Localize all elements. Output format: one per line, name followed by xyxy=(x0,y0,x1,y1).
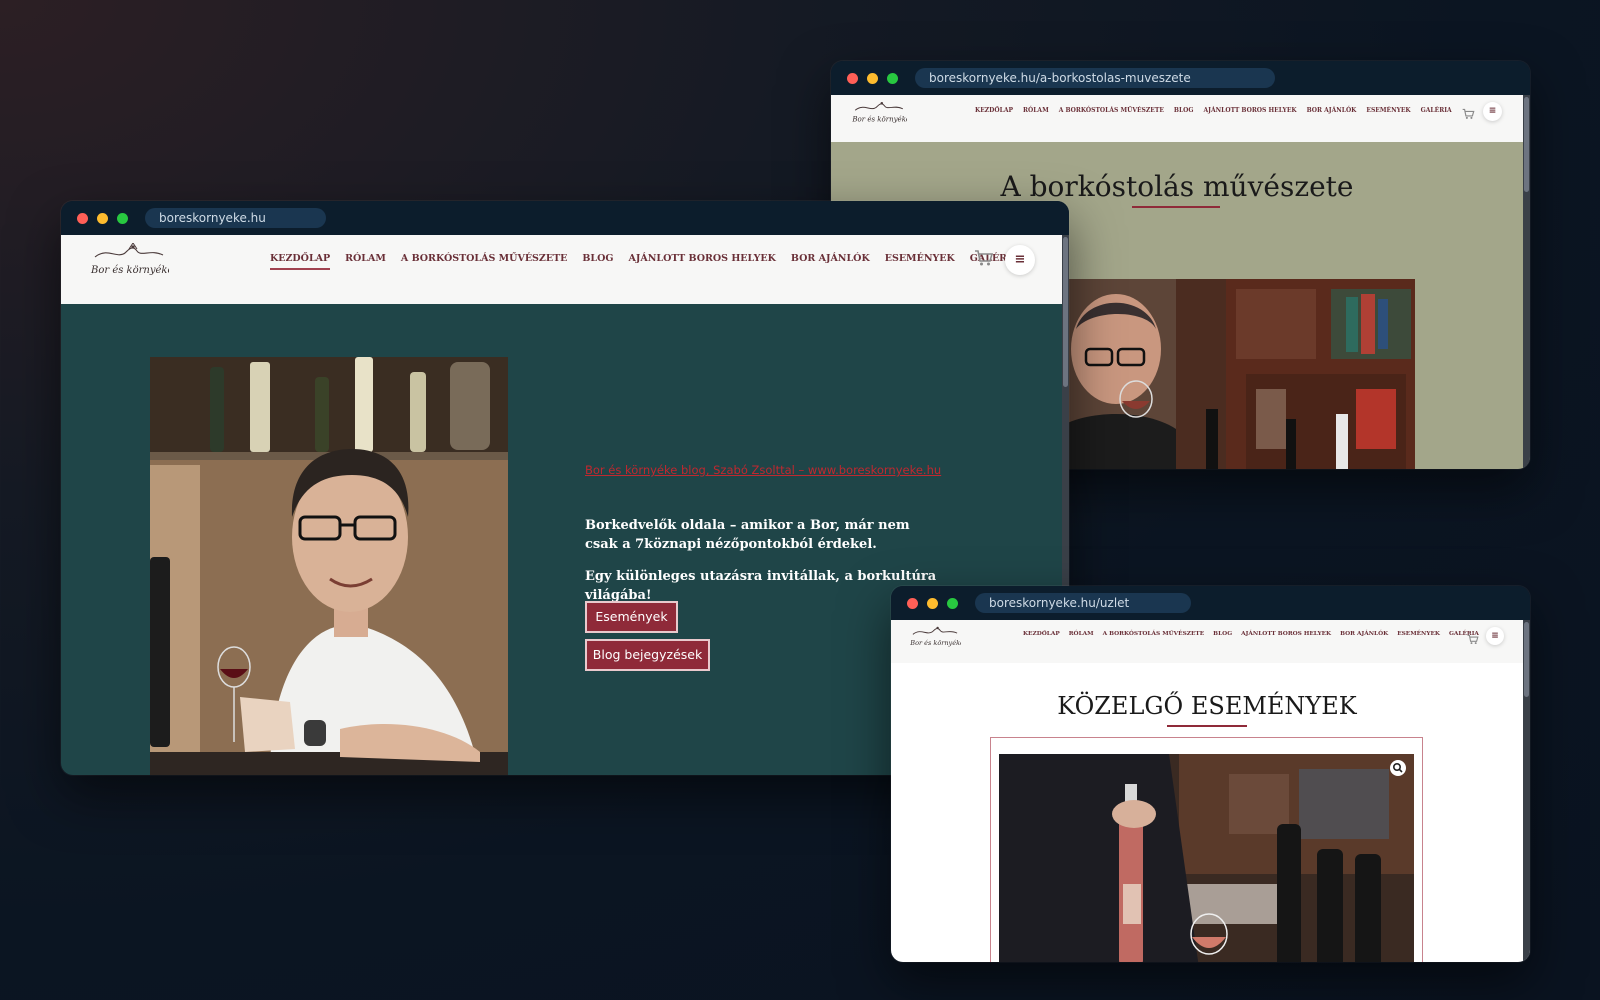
minimize-window-button[interactable] xyxy=(97,213,108,224)
events-button[interactable]: Események xyxy=(585,601,678,633)
nav-item-ajanlott-helyek[interactable]: AJÁNLOTT BOROS HELYEK xyxy=(1241,631,1331,637)
nav-item-ajanlott-helyek[interactable]: AJÁNLOTT BOROS HELYEK xyxy=(629,253,776,270)
scrollbar-thumb[interactable] xyxy=(1524,622,1529,697)
window-titlebar: boreskornyeke.hu xyxy=(61,201,1069,235)
nav-item-blog[interactable]: BLOG xyxy=(1213,631,1232,637)
hamburger-menu-icon[interactable]: ≡ xyxy=(1486,627,1504,645)
blog-posts-button[interactable]: Blog bejegyzések xyxy=(585,639,710,671)
logo-text: Bor és környéke xyxy=(851,115,907,123)
title-underline xyxy=(1132,206,1220,208)
title-underline xyxy=(1167,725,1247,727)
nav-item-blog[interactable]: BLOG xyxy=(1174,107,1194,114)
event-card[interactable] xyxy=(990,737,1423,962)
close-window-button[interactable] xyxy=(77,213,88,224)
close-window-button[interactable] xyxy=(847,73,858,84)
nav-item-blog[interactable]: BLOG xyxy=(582,253,613,270)
site-header: Bor és környéke KEZDŐLAP RÓLAM A BORKÓST… xyxy=(831,95,1523,142)
nav-item-esemenyek[interactable]: ESEMÉNYEK xyxy=(1366,107,1410,114)
window-titlebar: boreskornyeke.hu/uzlet xyxy=(891,586,1530,620)
address-bar[interactable]: boreskornyeke.hu/uzlet xyxy=(975,593,1191,613)
cart-icon[interactable] xyxy=(1462,105,1475,124)
nav-item-borkostolas[interactable]: A BORKÓSTOLÁS MŰVÉSZETE xyxy=(1059,107,1164,114)
event-photo-wine-bottles xyxy=(999,754,1414,962)
page-title: KÖZELGŐ ESEMÉNYEK xyxy=(1057,692,1357,720)
scrollbar-thumb[interactable] xyxy=(1063,237,1068,387)
main-navigation: KEZDŐLAP RÓLAM A BORKÓSTOLÁS MŰVÉSZETE B… xyxy=(270,253,1034,270)
close-window-button[interactable] xyxy=(907,598,918,609)
browser-window-events: boreskornyeke.hu/uzlet Bor és környéke K… xyxy=(891,586,1530,962)
site-logo[interactable]: Bor és környéke xyxy=(851,100,907,126)
logo-graphic: Bor és környéke xyxy=(909,626,961,647)
nav-item-kezdolap[interactable]: KEZDŐLAP xyxy=(270,253,331,270)
nav-item-esemenyek[interactable]: ESEMÉNYEK xyxy=(885,253,955,270)
scrollbar-thumb[interactable] xyxy=(1524,97,1529,192)
scrollbar[interactable] xyxy=(1523,95,1530,469)
logo-text: Bor és környéke xyxy=(909,639,961,647)
cart-icon[interactable] xyxy=(1467,630,1479,649)
main-navigation: KEZDŐLAP RÓLAM A BORKÓSTOLÁS MŰVÉSZETE B… xyxy=(975,107,1462,114)
site-logo[interactable]: Bor és környéke xyxy=(89,243,169,279)
maximize-window-button[interactable] xyxy=(887,73,898,84)
minimize-window-button[interactable] xyxy=(927,598,938,609)
hamburger-menu-icon[interactable]: ≡ xyxy=(1483,102,1502,121)
scrollbar[interactable] xyxy=(1523,620,1530,962)
nav-item-bor-ajanlok[interactable]: BOR AJÁNLÓK xyxy=(1340,631,1388,637)
nav-item-rolam[interactable]: RÓLAM xyxy=(1069,631,1094,637)
hero-tagline: Borkedvelők oldala – amikor a Bor, már n… xyxy=(585,518,910,552)
logo-graphic: Bor és környéke xyxy=(851,101,907,123)
nav-item-rolam[interactable]: RÓLAM xyxy=(1023,107,1049,114)
nav-item-bor-ajanlok[interactable]: BOR AJÁNLÓK xyxy=(1307,107,1357,114)
hero-photo-man-with-wine xyxy=(150,357,508,775)
nav-item-borkostolas[interactable]: A BORKÓSTOLÁS MŰVÉSZETE xyxy=(1103,631,1205,637)
hamburger-menu-icon[interactable]: ≡ xyxy=(1005,245,1035,275)
page-title: A borkóstolás művészete xyxy=(1000,170,1354,203)
nav-item-kezdolap[interactable]: KEZDŐLAP xyxy=(1023,631,1060,637)
maximize-window-button[interactable] xyxy=(947,598,958,609)
nav-item-bor-ajanlok[interactable]: BOR AJÁNLÓK xyxy=(791,253,870,270)
site-header: Bor és környéke KEZDŐLAP RÓLAM A BORKÓST… xyxy=(61,235,1062,304)
nav-item-rolam[interactable]: RÓLAM xyxy=(345,253,386,270)
main-navigation: KEZDŐLAP RÓLAM A BORKÓSTOLÁS MŰVÉSZETE B… xyxy=(1023,631,1488,637)
nav-item-kezdolap[interactable]: KEZDŐLAP xyxy=(975,107,1013,114)
page-events: Bor és környéke KEZDŐLAP RÓLAM A BORKÓST… xyxy=(891,620,1530,962)
zoom-icon[interactable] xyxy=(1390,760,1406,776)
nav-item-borkostolas[interactable]: A BORKÓSTOLÁS MŰVÉSZETE xyxy=(401,253,568,270)
hero-blog-link[interactable]: Bor és környéke blog, Szabó Zsolttal – w… xyxy=(585,463,941,477)
nav-item-esemenyek[interactable]: ESEMÉNYEK xyxy=(1397,631,1440,637)
photo-man-smelling-wine xyxy=(1056,279,1415,469)
minimize-window-button[interactable] xyxy=(867,73,878,84)
window-titlebar: boreskornyeke.hu/a-borkostolas-muveszete xyxy=(831,61,1530,95)
cart-icon[interactable] xyxy=(974,249,994,271)
maximize-window-button[interactable] xyxy=(117,213,128,224)
site-header: Bor és környéke KEZDŐLAP RÓLAM A BORKÓST… xyxy=(891,620,1523,663)
nav-item-ajanlott-helyek[interactable]: AJÁNLOTT BOROS HELYEK xyxy=(1204,107,1297,114)
logo-graphic: Bor és környéke xyxy=(90,243,169,276)
nav-item-galeria[interactable]: GALÉRIA xyxy=(1421,107,1452,114)
address-bar[interactable]: boreskornyeke.hu xyxy=(145,208,326,228)
address-bar[interactable]: boreskornyeke.hu/a-borkostolas-muveszete xyxy=(915,68,1275,88)
site-logo[interactable]: Bor és környéke xyxy=(909,625,961,649)
logo-text: Bor és környéke xyxy=(90,265,169,276)
